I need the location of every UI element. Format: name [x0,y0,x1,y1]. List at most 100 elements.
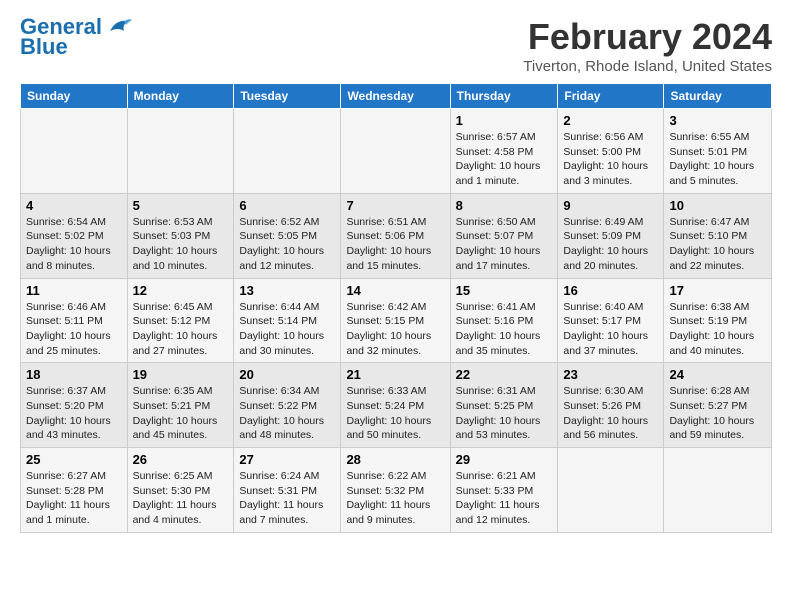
day-number: 21 [346,367,444,382]
day-info: Sunrise: 6:56 AM Sunset: 5:00 PM Dayligh… [563,130,658,189]
day-info: Sunrise: 6:27 AM Sunset: 5:28 PM Dayligh… [26,469,122,528]
day-info: Sunrise: 6:38 AM Sunset: 5:19 PM Dayligh… [669,300,766,359]
day-number: 13 [239,283,335,298]
day-info: Sunrise: 6:57 AM Sunset: 4:58 PM Dayligh… [456,130,553,189]
day-info: Sunrise: 6:30 AM Sunset: 5:26 PM Dayligh… [563,384,658,443]
day-info: Sunrise: 6:40 AM Sunset: 5:17 PM Dayligh… [563,300,658,359]
table-row: 18 Sunrise: 6:37 AM Sunset: 5:20 PM Dayli… [21,363,128,448]
header: General Blue February 2024 Tiverton, Rho… [20,16,772,75]
day-number: 2 [563,113,658,128]
logo-bird-icon [106,17,134,37]
calendar-week-row: 11Sunrise: 6:46 AM Sunset: 5:11 PM Dayli… [21,278,772,363]
table-row: 1 Sunrise: 6:57 AM Sunset: 4:58 PM Daylig… [450,109,558,194]
table-row [234,109,341,194]
table-row: 15 Sunrise: 6:41 AM Sunset: 5:16 PM Dayli… [450,278,558,363]
day-info: Sunrise: 6:47 AM Sunset: 5:10 PM Dayligh… [669,215,766,274]
table-row: 11Sunrise: 6:46 AM Sunset: 5:11 PM Dayli… [21,278,128,363]
day-number: 24 [669,367,766,382]
calendar-week-row: 1 Sunrise: 6:57 AM Sunset: 4:58 PM Daylig… [21,109,772,194]
day-number: 10 [669,198,766,213]
table-row: 7 Sunrise: 6:51 AM Sunset: 5:06 PM Daylig… [341,193,450,278]
day-info: Sunrise: 6:51 AM Sunset: 5:06 PM Dayligh… [346,215,444,274]
table-row: 17 Sunrise: 6:38 AM Sunset: 5:19 PM Dayli… [664,278,772,363]
day-info: Sunrise: 6:37 AM Sunset: 5:20 PM Dayligh… [26,384,122,443]
day-number: 5 [133,198,229,213]
day-number: 16 [563,283,658,298]
col-wednesday: Wednesday [341,84,450,109]
day-info: Sunrise: 6:24 AM Sunset: 5:31 PM Dayligh… [239,469,335,528]
table-row: 13 Sunrise: 6:44 AM Sunset: 5:14 PM Dayli… [234,278,341,363]
table-row [558,448,664,533]
day-number: 12 [133,283,229,298]
calendar-week-row: 18 Sunrise: 6:37 AM Sunset: 5:20 PM Dayli… [21,363,772,448]
calendar-week-row: 4 Sunrise: 6:54 AM Sunset: 5:02 PM Daylig… [21,193,772,278]
day-info: Sunrise: 6:31 AM Sunset: 5:25 PM Dayligh… [456,384,553,443]
day-number: 22 [456,367,553,382]
day-info: Sunrise: 6:28 AM Sunset: 5:27 PM Dayligh… [669,384,766,443]
day-number: 1 [456,113,553,128]
day-number: 19 [133,367,229,382]
table-row: 16 Sunrise: 6:40 AM Sunset: 5:17 PM Dayli… [558,278,664,363]
calendar-table: Sunday Monday Tuesday Wednesday Thursday… [20,83,772,533]
table-row [341,109,450,194]
day-info: Sunrise: 6:44 AM Sunset: 5:14 PM Dayligh… [239,300,335,359]
day-number: 4 [26,198,122,213]
day-info: Sunrise: 6:49 AM Sunset: 5:09 PM Dayligh… [563,215,658,274]
day-info: Sunrise: 6:35 AM Sunset: 5:21 PM Dayligh… [133,384,229,443]
day-info: Sunrise: 6:46 AM Sunset: 5:11 PM Dayligh… [26,300,122,359]
table-row: 14 Sunrise: 6:42 AM Sunset: 5:15 PM Dayli… [341,278,450,363]
day-number: 8 [456,198,553,213]
day-info: Sunrise: 6:41 AM Sunset: 5:16 PM Dayligh… [456,300,553,359]
day-info: Sunrise: 6:45 AM Sunset: 5:12 PM Dayligh… [133,300,229,359]
day-number: 29 [456,452,553,467]
table-row: 27 Sunrise: 6:24 AM Sunset: 5:31 PM Dayli… [234,448,341,533]
day-info: Sunrise: 6:53 AM Sunset: 5:03 PM Dayligh… [133,215,229,274]
day-info: Sunrise: 6:34 AM Sunset: 5:22 PM Dayligh… [239,384,335,443]
subtitle: Tiverton, Rhode Island, United States [523,58,772,75]
table-row: 22 Sunrise: 6:31 AM Sunset: 5:25 PM Dayli… [450,363,558,448]
day-number: 9 [563,198,658,213]
col-monday: Monday [127,84,234,109]
logo: General Blue [20,16,134,60]
col-sunday: Sunday [21,84,128,109]
table-row: 20Sunrise: 6:34 AM Sunset: 5:22 PM Dayli… [234,363,341,448]
day-info: Sunrise: 6:54 AM Sunset: 5:02 PM Dayligh… [26,215,122,274]
table-row: 12 Sunrise: 6:45 AM Sunset: 5:12 PM Dayli… [127,278,234,363]
day-number: 17 [669,283,766,298]
table-row: 8 Sunrise: 6:50 AM Sunset: 5:07 PM Daylig… [450,193,558,278]
col-thursday: Thursday [450,84,558,109]
table-row [664,448,772,533]
day-number: 18 [26,367,122,382]
day-info: Sunrise: 6:50 AM Sunset: 5:07 PM Dayligh… [456,215,553,274]
day-info: Sunrise: 6:22 AM Sunset: 5:32 PM Dayligh… [346,469,444,528]
table-row [21,109,128,194]
calendar-week-row: 25 Sunrise: 6:27 AM Sunset: 5:28 PM Dayli… [21,448,772,533]
table-row: 24 Sunrise: 6:28 AM Sunset: 5:27 PM Dayli… [664,363,772,448]
table-row [127,109,234,194]
table-row: 9 Sunrise: 6:49 AM Sunset: 5:09 PM Daylig… [558,193,664,278]
day-number: 3 [669,113,766,128]
table-row: 10 Sunrise: 6:47 AM Sunset: 5:10 PM Dayli… [664,193,772,278]
day-info: Sunrise: 6:52 AM Sunset: 5:05 PM Dayligh… [239,215,335,274]
day-info: Sunrise: 6:42 AM Sunset: 5:15 PM Dayligh… [346,300,444,359]
calendar-header-row: Sunday Monday Tuesday Wednesday Thursday… [21,84,772,109]
day-number: 6 [239,198,335,213]
col-saturday: Saturday [664,84,772,109]
day-info: Sunrise: 6:21 AM Sunset: 5:33 PM Dayligh… [456,469,553,528]
table-row: 19 Sunrise: 6:35 AM Sunset: 5:21 PM Dayli… [127,363,234,448]
day-number: 23 [563,367,658,382]
day-info: Sunrise: 6:33 AM Sunset: 5:24 PM Dayligh… [346,384,444,443]
day-number: 27 [239,452,335,467]
table-row: 3Sunrise: 6:55 AM Sunset: 5:01 PM Daylig… [664,109,772,194]
table-row: 25 Sunrise: 6:27 AM Sunset: 5:28 PM Dayli… [21,448,128,533]
col-friday: Friday [558,84,664,109]
title-section: February 2024 Tiverton, Rhode Island, Un… [523,16,772,75]
day-number: 15 [456,283,553,298]
day-number: 25 [26,452,122,467]
table-row: 4 Sunrise: 6:54 AM Sunset: 5:02 PM Daylig… [21,193,128,278]
main-title: February 2024 [523,16,772,58]
col-tuesday: Tuesday [234,84,341,109]
day-number: 14 [346,283,444,298]
table-row: 23 Sunrise: 6:30 AM Sunset: 5:26 PM Dayli… [558,363,664,448]
day-number: 7 [346,198,444,213]
